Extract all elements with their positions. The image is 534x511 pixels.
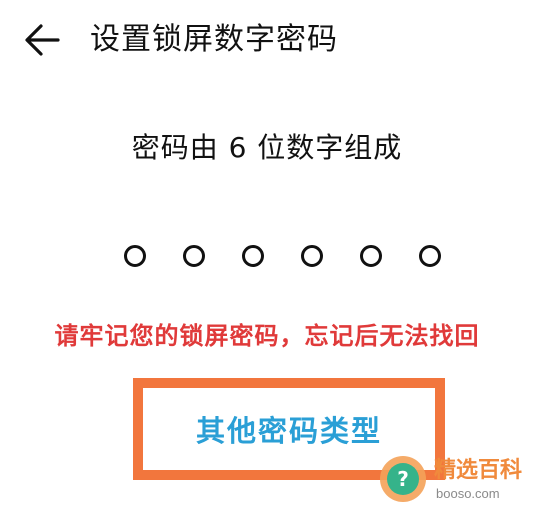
watermark-url: booso.com — [436, 486, 500, 501]
pin-dot — [183, 245, 205, 267]
page-title: 设置锁屏数字密码 — [90, 22, 338, 57]
pin-dot — [419, 245, 441, 267]
watermark-title: 精选百科 — [434, 458, 523, 483]
svg-text:?: ? — [397, 467, 409, 491]
pin-length-hint: 密码由 6 位数字组成 — [131, 131, 403, 164]
question-mark-icon: ? — [380, 456, 426, 502]
pin-dot — [124, 245, 146, 267]
pin-dot — [242, 245, 264, 267]
header: 设置锁屏数字密码 — [0, 0, 534, 84]
pin-dot — [301, 245, 323, 267]
arrow-left-icon — [25, 24, 60, 56]
pin-dot — [360, 245, 382, 267]
watermark: ? 精选百科 booso.com — [372, 448, 534, 511]
warning-text: 请牢记您的锁屏密码，忘记后无法找回 — [54, 322, 480, 350]
pin-input[interactable] — [120, 242, 450, 270]
back-button[interactable] — [22, 22, 62, 58]
